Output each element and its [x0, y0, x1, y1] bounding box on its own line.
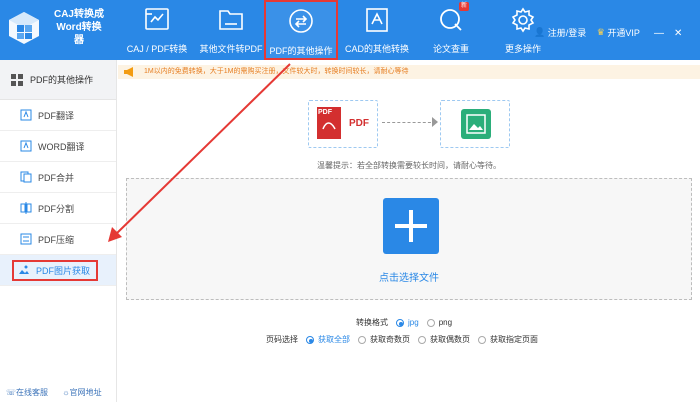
- grid-icon: [11, 73, 23, 86]
- convert-icon: [145, 8, 169, 30]
- app-title-line: Word转换: [56, 22, 102, 33]
- pdf-tag: PDF: [318, 109, 332, 116]
- page-radio-odd[interactable]: 获取奇数页: [358, 334, 410, 345]
- format-radio-png[interactable]: png: [426, 318, 453, 327]
- page-option-label: 获取偶数页: [430, 335, 470, 344]
- notice-text: 1M以内的免费转换，大于1M的需购买注册，文件较大时，转换时间较长，请耐心等待: [144, 68, 409, 75]
- sidebar-item-label: WORD翻译: [38, 141, 85, 152]
- conversion-flow: PDF PDF: [308, 100, 511, 158]
- page-label: 页码选择: [266, 335, 298, 344]
- image-file-icon: [461, 109, 491, 139]
- new-badge: 新: [459, 2, 470, 11]
- nav-label: 其他文件转PDF: [199, 44, 263, 54]
- pdf-source-box: PDF PDF: [308, 100, 378, 148]
- nav-label: 论文查重: [432, 44, 469, 54]
- user-area: 👤 注册/登录 ♛ 开通VIP: [534, 26, 640, 39]
- page-option-label: 获取指定页面: [490, 335, 538, 344]
- nav-pdf-other-ops[interactable]: PDF的其他操作: [264, 0, 338, 60]
- flow-line: [382, 122, 436, 123]
- merge-icon: [20, 171, 32, 183]
- sidebar-item-pdf-split[interactable]: PDF分割: [0, 193, 116, 224]
- user-icon: 👤: [534, 27, 546, 37]
- notice-bar: 1M以内的免费转换，大于1M的需购买注册，文件较大时，转换时间较长，请耐心等待: [118, 65, 700, 79]
- app-title-line: CAJ转换成: [53, 9, 104, 20]
- translate-icon: [20, 140, 32, 152]
- nav-label: 更多操作: [504, 44, 541, 54]
- format-option-label: jpg: [408, 318, 419, 327]
- app-title-line: 器: [74, 35, 84, 46]
- sidebar-footer: ☏在线客服 ☼官网地址: [6, 387, 114, 398]
- close-icon[interactable]: ✕: [674, 28, 682, 39]
- page-option-label: 获取奇数页: [370, 335, 410, 344]
- login-link[interactable]: 注册/登录: [548, 26, 587, 39]
- file-drop-zone[interactable]: 点击选择文件: [126, 178, 692, 300]
- compress-icon: [20, 233, 32, 245]
- page-option-label: 获取全部: [318, 335, 350, 344]
- nav-label: CAJ / PDF转换: [126, 44, 188, 54]
- highlight-frame: PDF图片获取: [12, 259, 99, 281]
- top-bar: CAJ转换成 Word转换 器 CAJ / PDF转换 其他文件转PDF PDF…: [0, 0, 700, 60]
- format-options: 转换格式 jpg png: [356, 317, 460, 328]
- sidebar-item-label: PDF合并: [38, 172, 75, 183]
- sidebar-item-label: PDF压缩: [38, 234, 75, 245]
- page-radio-even[interactable]: 获取偶数页: [418, 334, 470, 345]
- sidebar-header-label: PDF的其他操作: [30, 75, 94, 85]
- folder-icon: [219, 10, 243, 30]
- sidebar-header: PDF的其他操作: [0, 60, 116, 100]
- vip-link[interactable]: 开通VIP: [607, 26, 640, 39]
- format-radio-jpg[interactable]: jpg: [396, 318, 419, 327]
- translate-icon: [20, 109, 32, 121]
- nav-caj-pdf-convert[interactable]: CAJ / PDF转换: [120, 0, 194, 60]
- brand: CAJ转换成 Word转换 器: [0, 0, 120, 60]
- sidebar: PDF的其他操作 PDF翻译 WORD翻译 PDF合并 PDF分割 PDF压缩 …: [0, 60, 117, 402]
- crown-icon: ♛: [596, 27, 605, 37]
- sidebar-item-pdf-compress[interactable]: PDF压缩: [0, 224, 116, 255]
- page-options: 页码选择 获取全部 获取奇数页 获取偶数页 获取指定页面: [266, 334, 546, 345]
- add-file-button[interactable]: [383, 198, 439, 254]
- nav-label: PDF的其他操作: [269, 46, 333, 56]
- app-logo-icon: [9, 12, 39, 44]
- sidebar-item-word-translate[interactable]: WORD翻译: [0, 131, 116, 162]
- website-link[interactable]: ☼官网地址: [62, 388, 107, 397]
- image-icon: [19, 265, 29, 274]
- megaphone-icon: [124, 67, 133, 77]
- flow-arrow-icon: [432, 117, 438, 127]
- tip-text: 温馨提示：若全部转换需要较长时间，请耐心等待。: [317, 161, 501, 170]
- sidebar-item-pdf-translate[interactable]: PDF翻译: [0, 100, 116, 131]
- service-link[interactable]: ☏在线客服: [6, 388, 54, 397]
- format-label: 转换格式: [356, 318, 388, 327]
- minimize-icon[interactable]: —: [654, 28, 664, 39]
- split-icon: [20, 202, 32, 214]
- sidebar-item-label: PDF图片获取: [36, 265, 91, 276]
- select-file-label[interactable]: 点击选择文件: [127, 269, 691, 284]
- page-radio-all[interactable]: 获取全部: [306, 334, 350, 345]
- nav-paper-check[interactable]: 新 论文查重: [414, 0, 488, 60]
- sidebar-item-pdf-image-extract[interactable]: PDF图片获取: [0, 255, 116, 286]
- main-content: 1M以内的免费转换，大于1M的需购买注册，文件较大时，转换时间较长，请耐心等待 …: [118, 60, 700, 402]
- pdf-label: PDF: [349, 118, 369, 129]
- swap-icon: [289, 9, 313, 33]
- sidebar-item-label: PDF分割: [38, 203, 75, 214]
- website-label: 官网地址: [69, 388, 102, 397]
- format-option-label: png: [438, 318, 453, 327]
- sidebar-item-pdf-merge[interactable]: PDF合并: [0, 162, 116, 193]
- service-label: 在线客服: [16, 388, 49, 397]
- app-title: CAJ转换成 Word转换 器: [44, 8, 114, 47]
- page-radio-custom[interactable]: 获取指定页面: [478, 334, 538, 345]
- cad-icon: [366, 8, 388, 32]
- nav-label: CAD的其他转换: [344, 44, 409, 54]
- nav-other-to-pdf[interactable]: 其他文件转PDF: [194, 0, 268, 60]
- nav-cad-convert[interactable]: CAD的其他转换: [340, 0, 414, 60]
- image-target-box: [440, 100, 510, 148]
- sidebar-item-label: PDF翻译: [38, 110, 75, 121]
